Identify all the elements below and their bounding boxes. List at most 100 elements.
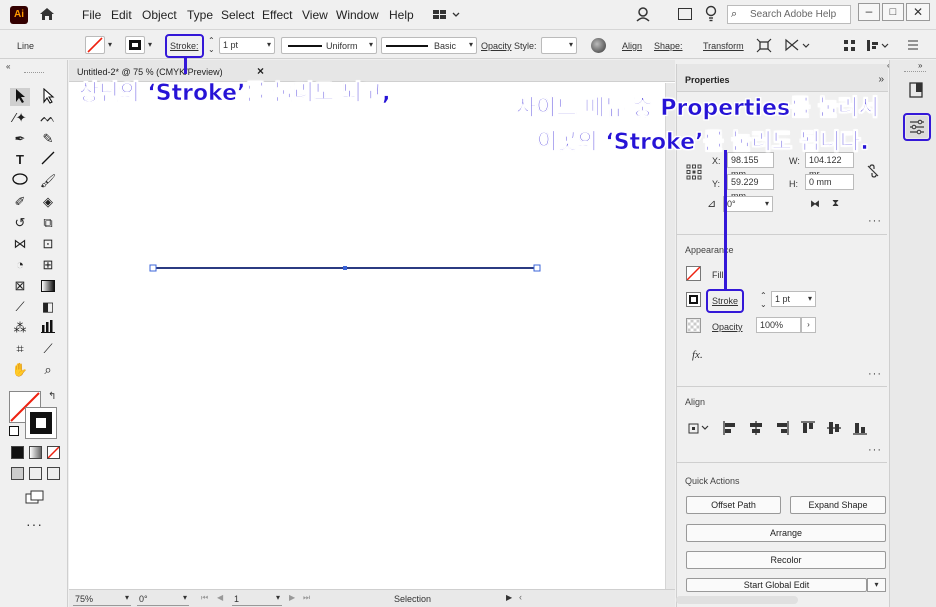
prev-artboard-icon[interactable]: ◀ — [217, 593, 223, 602]
align-right-icon[interactable] — [774, 420, 790, 436]
align-more-options-icon[interactable]: ··· — [868, 444, 882, 456]
appearance-stroke-weight-field[interactable]: 1 pt ▾ — [771, 291, 816, 307]
mesh-tool-icon[interactable]: ⊠ — [10, 277, 30, 295]
menu-effect[interactable]: Effect — [262, 8, 292, 22]
reference-point-icon[interactable] — [686, 164, 702, 180]
width-tool-icon[interactable]: ⋈ — [10, 235, 30, 253]
zoom-field[interactable]: 75% ▾ — [73, 592, 131, 606]
appearance-more-options-icon[interactable]: ··· — [868, 368, 882, 380]
magic-wand-tool-icon[interactable]: ⁄✦ — [10, 109, 30, 127]
color-mode-button[interactable] — [11, 446, 24, 459]
none-mode-button[interactable] — [47, 446, 60, 459]
offset-path-button[interactable]: Offset Path — [686, 496, 781, 514]
brush-definition[interactable]: Basic ▾ — [381, 37, 477, 54]
slice-tool-icon[interactable]: ⟋ — [38, 340, 58, 358]
eraser-tool-icon[interactable]: ◈ — [38, 193, 58, 211]
swap-colors-icon[interactable]: ↰ — [48, 391, 56, 402]
status-menu-icon[interactable]: ▶ — [506, 593, 512, 602]
default-colors-icon[interactable] — [9, 426, 19, 436]
vertical-scrollbar[interactable] — [665, 83, 675, 589]
dock-collapse-icon[interactable]: » — [918, 61, 922, 70]
flip-horizontal-icon[interactable]: ⧓ — [810, 199, 820, 210]
hand-tool-icon[interactable]: ✋ — [10, 361, 30, 379]
next-artboard-icon[interactable]: ▶ — [289, 593, 295, 602]
draw-inside-button[interactable] — [47, 467, 60, 480]
h-field[interactable]: 0 mm — [805, 174, 854, 190]
eyedropper-tool-icon[interactable]: ⟋ — [10, 298, 30, 316]
appearance-stroke-swatch[interactable] — [686, 292, 701, 307]
first-artboard-icon[interactable]: ⏮ — [201, 593, 208, 603]
home-icon[interactable] — [38, 5, 56, 23]
recolor-artwork-icon[interactable] — [591, 38, 606, 53]
last-artboard-icon[interactable]: ⏭ — [303, 593, 310, 603]
y-field[interactable]: 59.229 mm — [727, 174, 774, 201]
properties-tab[interactable]: Properties — [685, 75, 730, 85]
ellipse-tool-icon[interactable] — [10, 172, 30, 190]
align-left-icon[interactable] — [722, 420, 738, 436]
stroke-weight-stepper-icon[interactable]: ⌃ ⌄ — [208, 36, 215, 54]
scale-tool-icon[interactable]: ⧉ — [38, 214, 58, 232]
blend-tool-icon[interactable]: ◧ — [38, 298, 58, 316]
constrain-proportions-icon[interactable] — [866, 164, 880, 178]
align-horizontal-center-icon[interactable] — [748, 420, 764, 436]
gradient-tool-icon[interactable] — [38, 277, 58, 295]
stroke-color-swatch[interactable] — [25, 407, 57, 439]
direct-selection-tool-icon[interactable] — [38, 87, 58, 106]
arrange-button[interactable]: Arrange — [686, 524, 886, 542]
menu-view[interactable]: View — [302, 8, 328, 22]
menu-help[interactable]: Help — [389, 8, 414, 22]
appearance-opacity-link[interactable]: Opacity — [712, 322, 743, 332]
global-edit-options-button[interactable]: ▾ — [867, 578, 886, 592]
properties-scroll-thumb[interactable] — [676, 596, 798, 604]
symbol-sprayer-tool-icon[interactable]: ⁂ — [10, 319, 30, 337]
transform-link[interactable]: Transform — [703, 41, 744, 51]
menu-object[interactable]: Object — [142, 8, 177, 22]
align-link[interactable]: Align — [622, 41, 642, 51]
lasso-tool-icon[interactable]: ᨓ — [38, 109, 58, 127]
paintbrush-tool-icon[interactable]: 🖌 — [38, 172, 58, 190]
stroke-swatch[interactable] — [125, 36, 145, 54]
discover-icon[interactable] — [704, 5, 718, 23]
pen-tool-icon[interactable]: ✒ — [10, 130, 30, 148]
libraries-panel-icon[interactable] — [908, 82, 924, 98]
draw-normal-button[interactable] — [11, 467, 24, 480]
arrange-documents-icon[interactable] — [678, 8, 692, 20]
menu-file[interactable]: File — [82, 8, 101, 22]
tools-grip[interactable] — [24, 72, 44, 74]
shape-builder-tool-icon[interactable]: ◔ — [10, 256, 30, 274]
close-button[interactable]: ✕ — [906, 3, 930, 21]
opacity-field[interactable]: 100% — [756, 317, 801, 333]
maximize-button[interactable]: □ — [882, 3, 904, 21]
transform-each-icon[interactable] — [756, 38, 772, 53]
account-icon[interactable] — [635, 6, 651, 22]
opacity-arrow-button[interactable]: › — [801, 317, 816, 333]
start-global-edit-button[interactable]: Start Global Edit — [686, 578, 867, 592]
menu-select[interactable]: Select — [221, 8, 254, 22]
recolor-button[interactable]: Recolor — [686, 551, 886, 569]
menu-window[interactable]: Window — [336, 8, 379, 22]
arrange-options-icon[interactable] — [866, 39, 890, 52]
line-segment-tool-icon[interactable] — [38, 151, 58, 169]
edit-toolbar-icon[interactable]: ··· — [26, 516, 43, 532]
shape-link[interactable]: Shape: — [654, 41, 683, 51]
selection-tool-icon[interactable] — [10, 88, 30, 106]
collapse-tools-icon[interactable]: « — [6, 62, 10, 71]
opacity-link[interactable]: Opacity — [481, 41, 512, 51]
align-vertical-center-icon[interactable] — [826, 420, 842, 436]
menu-type[interactable]: Type — [187, 8, 213, 22]
draw-behind-button[interactable] — [29, 467, 42, 480]
isolate-group-icon[interactable] — [843, 39, 857, 52]
align-top-icon[interactable] — [800, 420, 816, 436]
gradient-mode-button[interactable] — [29, 446, 42, 459]
align-bottom-icon[interactable] — [852, 420, 868, 436]
rotate-tool-icon[interactable]: ↺ — [10, 214, 30, 232]
menu-edit[interactable]: Edit — [111, 8, 132, 22]
search-field[interactable]: ⌕ Search Adobe Help — [727, 5, 851, 24]
scroll-left-icon[interactable]: ‹ — [519, 592, 522, 602]
expand-shape-button[interactable]: Expand Shape — [790, 496, 886, 514]
stroke-weight-field[interactable]: 1 pt ▾ — [219, 37, 275, 54]
panel-menu-icon[interactable] — [907, 39, 919, 51]
appearance-stroke-stepper-icon[interactable]: ⌃ ⌄ — [760, 291, 767, 309]
column-graph-tool-icon[interactable] — [38, 319, 58, 337]
transform-more-options-icon[interactable]: ··· — [868, 215, 882, 227]
